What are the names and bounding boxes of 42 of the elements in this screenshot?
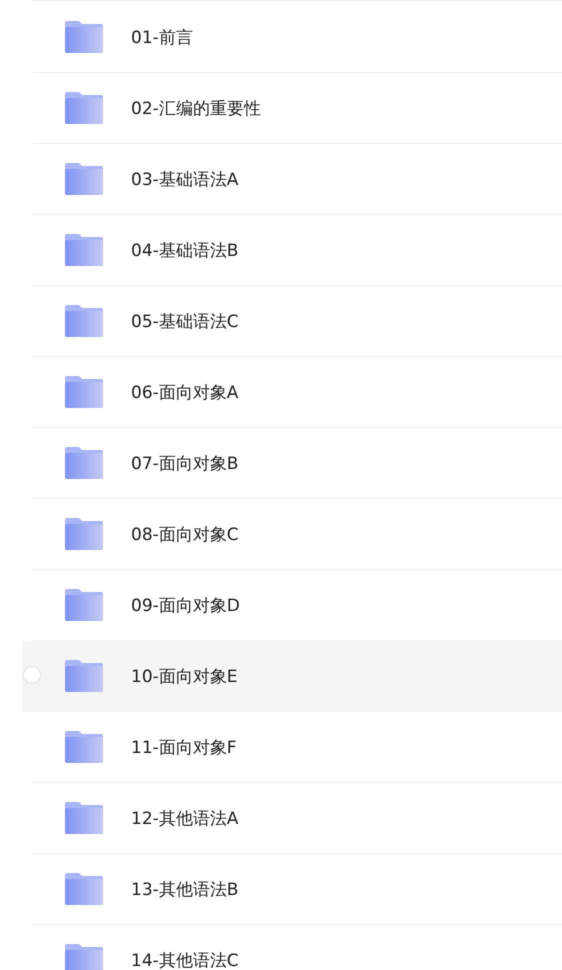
folder-name: 11-面向对象F: [131, 736, 237, 758]
folder-icon: [65, 802, 103, 834]
folder-row[interactable]: 06-面向对象A: [32, 357, 562, 428]
folder-name: 14-其他语法C: [131, 950, 239, 970]
folder-icon: [65, 234, 103, 266]
folder-icon: [65, 873, 103, 905]
folder-row[interactable]: 05-基础语法C: [32, 286, 562, 357]
folder-icon: [65, 305, 103, 337]
folder-name: 13-其他语法B: [131, 878, 238, 900]
folder-name: 04-基础语法B: [131, 240, 238, 262]
folder-row[interactable]: 13-其他语法B: [32, 854, 562, 925]
folder-icon: [65, 518, 103, 550]
folder-name: 07-面向对象B: [131, 452, 238, 474]
folder-icon: [65, 731, 103, 763]
folder-name: 10-面向对象E: [131, 666, 238, 688]
folder-row[interactable]: 10-面向对象E: [22, 641, 562, 712]
folder-name: 06-面向对象A: [131, 382, 238, 404]
folder-icon: [65, 944, 103, 970]
folder-icon: [65, 21, 103, 53]
folder-row[interactable]: 08-面向对象C: [32, 499, 562, 570]
folder-name: 02-汇编的重要性: [131, 98, 261, 120]
folder-name: 08-面向对象C: [131, 524, 239, 546]
folder-row[interactable]: 11-面向对象F: [32, 712, 562, 783]
folder-row[interactable]: 03-基础语法A: [32, 144, 562, 215]
folder-icon: [65, 660, 103, 692]
folder-row[interactable]: 01-前言: [32, 2, 562, 73]
folder-row[interactable]: 12-其他语法A: [32, 783, 562, 854]
folder-name: 12-其他语法A: [131, 808, 238, 830]
folder-name: 03-基础语法A: [131, 168, 238, 190]
folder-name: 09-面向对象D: [131, 594, 240, 616]
folder-name: 01-前言: [131, 26, 193, 48]
folder-icon: [65, 163, 103, 195]
folder-icon: [65, 589, 103, 621]
folder-icon: [65, 376, 103, 408]
folder-row[interactable]: 07-面向对象B: [32, 428, 562, 499]
folder-row[interactable]: 04-基础语法B: [32, 215, 562, 286]
folder-name: 05-基础语法C: [131, 310, 239, 332]
folder-row[interactable]: 02-汇编的重要性: [32, 73, 562, 144]
folder-icon: [65, 447, 103, 479]
folder-icon: [65, 92, 103, 124]
radio-button[interactable]: [23, 666, 41, 684]
folder-row[interactable]: 14-其他语法C: [32, 925, 562, 970]
